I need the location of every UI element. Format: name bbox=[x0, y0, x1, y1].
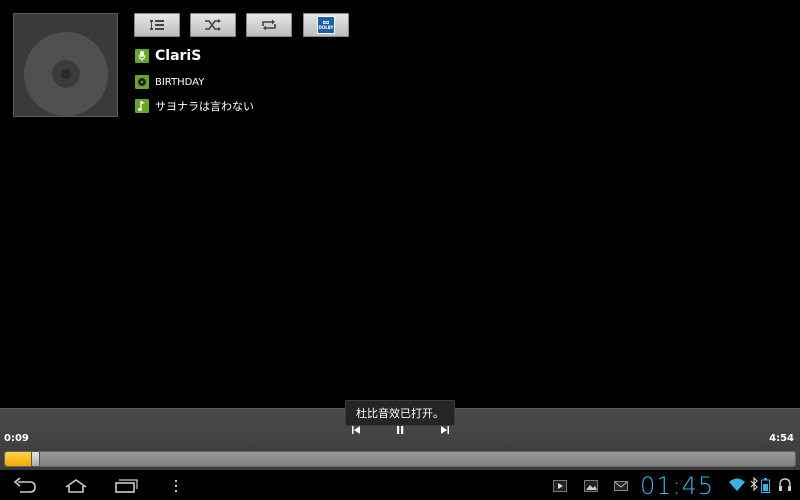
album-icon bbox=[135, 75, 149, 89]
album-name: BIRTHDAY bbox=[155, 76, 205, 88]
artist-row: ClariS bbox=[135, 48, 201, 64]
cd-disc-icon bbox=[24, 32, 108, 116]
play-notification-icon[interactable] bbox=[553, 480, 567, 492]
wifi-icon bbox=[729, 478, 745, 491]
next-icon[interactable] bbox=[440, 425, 450, 435]
headset-icon bbox=[779, 478, 791, 491]
back-icon[interactable] bbox=[12, 477, 38, 495]
menu-icon[interactable] bbox=[172, 477, 180, 495]
dolby-toast: 杜比音效已打开。 bbox=[345, 400, 455, 426]
battery-icon bbox=[761, 478, 770, 493]
bluetooth-icon bbox=[750, 477, 758, 491]
gallery-notification-icon[interactable] bbox=[584, 480, 598, 492]
dolby-button[interactable]: ◘◘ DOLBY bbox=[303, 13, 349, 37]
system-navigation-bar: 01:45 bbox=[0, 472, 800, 500]
previous-icon[interactable] bbox=[351, 425, 361, 435]
album-art[interactable] bbox=[13, 13, 118, 117]
playlist-icon bbox=[150, 20, 164, 30]
recent-apps-icon[interactable] bbox=[113, 477, 139, 495]
repeat-button[interactable] bbox=[246, 13, 292, 37]
home-icon[interactable] bbox=[63, 477, 89, 495]
current-time: 0:09 bbox=[4, 433, 29, 444]
shuffle-button[interactable] bbox=[190, 13, 236, 37]
dolby-icon: ◘◘ DOLBY bbox=[317, 16, 335, 34]
title-row: サヨナラは言わない bbox=[135, 98, 254, 114]
seek-bar[interactable] bbox=[4, 451, 796, 467]
seek-progress bbox=[5, 452, 33, 466]
seek-thumb[interactable] bbox=[31, 451, 40, 467]
music-note-icon bbox=[135, 99, 149, 113]
toast-message: 杜比音效已打开。 bbox=[356, 407, 444, 420]
mail-notification-icon[interactable] bbox=[614, 480, 628, 492]
artist-name: ClariS bbox=[155, 48, 202, 64]
playlist-button[interactable] bbox=[134, 13, 180, 37]
dolby-label: DOLBY bbox=[318, 25, 334, 30]
album-row: BIRTHDAY bbox=[135, 75, 204, 89]
microphone-icon bbox=[135, 49, 149, 63]
status-clock[interactable]: 01:45 bbox=[640, 472, 714, 500]
pause-icon[interactable] bbox=[395, 425, 405, 435]
total-time: 4:54 bbox=[769, 433, 794, 444]
shuffle-icon bbox=[205, 19, 221, 31]
track-title: サヨナラは言わない bbox=[155, 100, 254, 113]
repeat-icon bbox=[262, 19, 276, 31]
